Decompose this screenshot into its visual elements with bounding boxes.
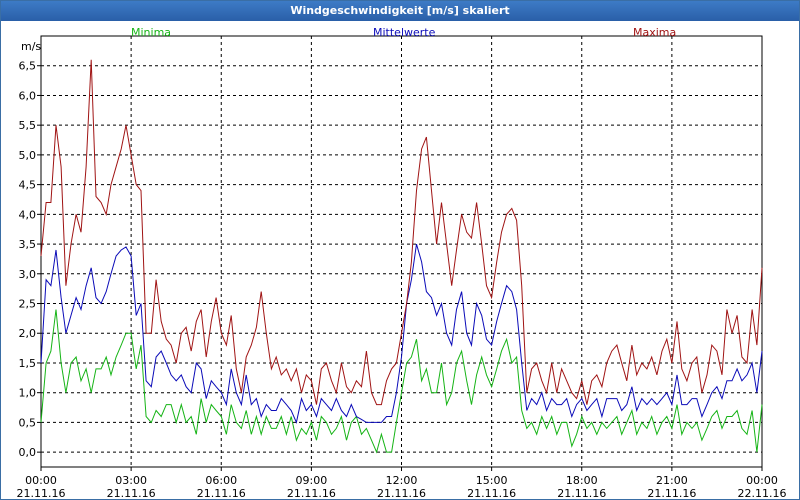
- x-tick-time: 06:00: [205, 474, 237, 487]
- x-tick-date: 21.11.16: [107, 487, 156, 499]
- x-tick-time: 15:00: [476, 474, 508, 487]
- y-tick-label: 1,0: [19, 387, 37, 400]
- x-tick-date: 21.11.16: [197, 487, 246, 499]
- x-axis: 00:0021.11.1603:0021.11.1606:0021.11.160…: [17, 467, 787, 499]
- y-tick-label: 4,0: [19, 208, 37, 221]
- x-tick-time: 12:00: [386, 474, 418, 487]
- x-tick-time: 21:00: [656, 474, 688, 487]
- x-tick-date: 21.11.16: [377, 487, 426, 499]
- x-tick-time: 18:00: [566, 474, 598, 487]
- y-tick-label: 6,5: [19, 60, 37, 73]
- legend-mittelwerte: Mittelwerte: [373, 26, 436, 39]
- x-tick-time: 00:00: [25, 474, 57, 487]
- y-tick-label: 0,0: [19, 446, 37, 459]
- y-tick-label: 2,5: [19, 298, 37, 311]
- wind-speed-chart: m/s 0,0 0,5 1,0 1,5 2,0 2,5 3,0 3,5 4,0 4,5 5,0 5,5…: [17, 26, 787, 499]
- x-tick-time: 09:00: [296, 474, 328, 487]
- y-axis: m/s 0,0 0,5 1,0 1,5 2,0 2,5 3,0 3,5 4,0 4,5 5,0 5,5…: [19, 40, 42, 459]
- y-tick-label: 6,0: [19, 89, 37, 102]
- y-tick-label: 4,5: [19, 179, 37, 192]
- chart-window: Windgeschwindigkeit [m/s] skaliert m/s 0…: [0, 0, 800, 500]
- legend-maxima: Maxima: [633, 26, 676, 39]
- x-tick-date: 22.11.16: [738, 487, 787, 499]
- y-tick-label: 0,5: [19, 416, 37, 429]
- y-tick-label: 3,5: [19, 238, 37, 251]
- y-axis-label: m/s: [21, 40, 41, 53]
- y-tick-label: 5,5: [19, 119, 37, 132]
- window-title: Windgeschwindigkeit [m/s] skaliert: [1, 1, 799, 21]
- x-tick-time: 00:00: [746, 474, 778, 487]
- y-tick-label: 5,0: [19, 149, 37, 162]
- x-tick-time: 03:00: [115, 474, 147, 487]
- x-tick-date: 21.11.16: [17, 487, 66, 499]
- x-tick-date: 21.11.16: [647, 487, 696, 499]
- x-tick-date: 21.11.16: [557, 487, 606, 499]
- x-tick-date: 21.11.16: [467, 487, 516, 499]
- y-tick-label: 1,5: [19, 357, 37, 370]
- legend-minima: Minima: [131, 26, 171, 39]
- x-tick-date: 21.11.16: [287, 487, 336, 499]
- y-tick-label: 3,0: [19, 268, 37, 281]
- y-tick-label: 2,0: [19, 327, 37, 340]
